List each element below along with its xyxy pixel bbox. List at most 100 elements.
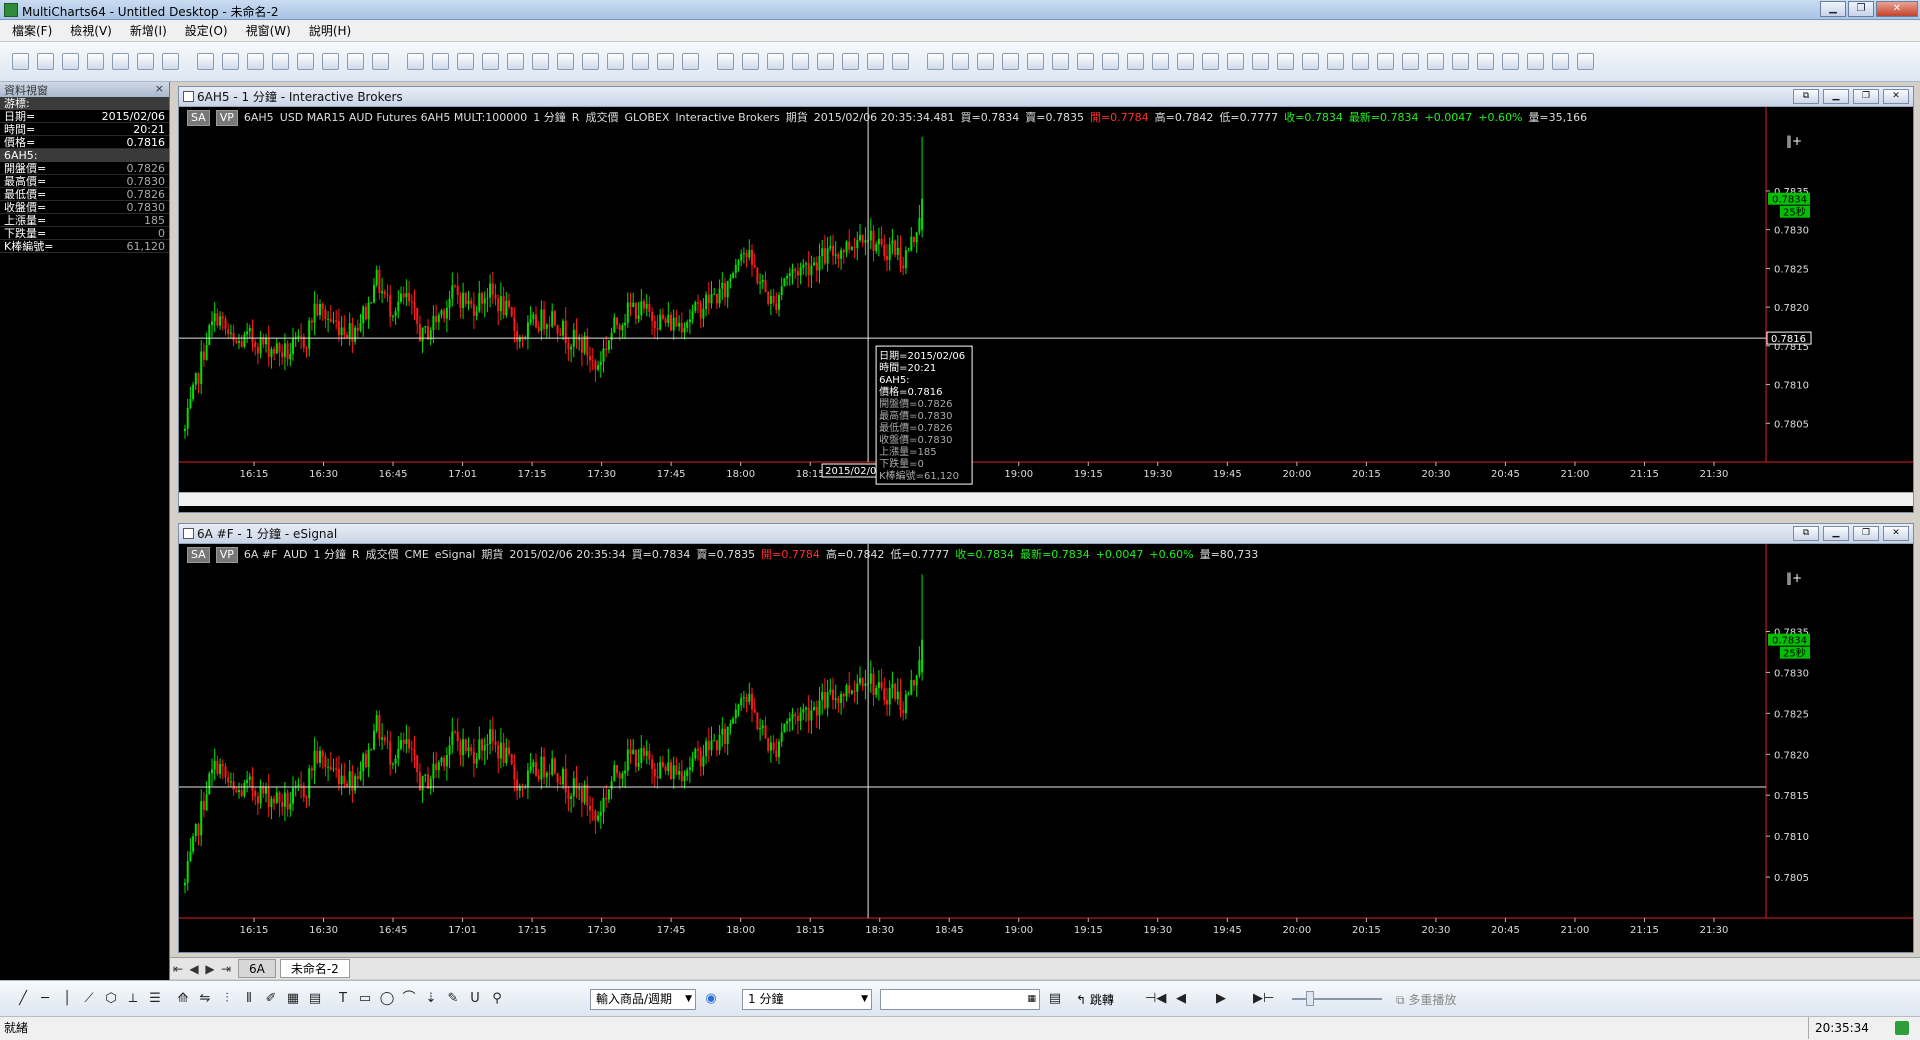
price-chart-6a-f[interactable]: 0.78350.78300.78250.78200.78150.78100.78…	[179, 544, 1913, 952]
volume-profile-button[interactable]: VP	[215, 110, 238, 126]
play-last-icon[interactable]: ▶⊢	[1252, 990, 1274, 1008]
playback-speed-slider-thumb[interactable]	[1306, 991, 1314, 1006]
toolbar-icon[interactable]	[1102, 53, 1119, 70]
drawing-tool-icon[interactable]: ⌒	[400, 990, 418, 1008]
toolbar-icon[interactable]	[112, 53, 129, 70]
toolbar-icon[interactable]	[817, 53, 834, 70]
toolbar-icon[interactable]	[952, 53, 969, 70]
drawing-tool-icon[interactable]: │	[58, 990, 76, 1008]
toolbar-icon[interactable]	[1027, 53, 1044, 70]
globe-icon[interactable]: ◉	[702, 990, 720, 1008]
interval-select[interactable]: 1 分鐘 ▼	[742, 989, 872, 1010]
drawing-tool-icon[interactable]: ⚲	[488, 990, 506, 1008]
chart-window-6a-f[interactable]: 6A #F - 1 分鐘 - eSignal ⧉ ▁ ❐ ✕ 0.7835 0.7…	[178, 523, 1914, 953]
menu-settings[interactable]: 設定(O)	[185, 22, 228, 39]
drawing-tool-icon[interactable]: ⇣	[422, 990, 440, 1008]
toolbar-icon[interactable]	[12, 53, 29, 70]
menu-new[interactable]: 新增(I)	[130, 22, 167, 39]
chart-window-close-button[interactable]: ✕	[1883, 526, 1909, 541]
toolbar-icon[interactable]	[1077, 53, 1094, 70]
chart-window-maximize-button[interactable]: ❐	[1853, 526, 1879, 541]
chart-window-restore-icon[interactable]: ⧉	[1793, 89, 1819, 104]
drawing-tool-icon[interactable]: ╱	[14, 990, 32, 1008]
toolbar-icon[interactable]	[272, 53, 289, 70]
toolbar-icon[interactable]	[1452, 53, 1469, 70]
data-window-close-icon[interactable]: ×	[155, 82, 164, 95]
jump-date-input[interactable]: ▦	[880, 989, 1040, 1010]
toolbar-icon[interactable]	[582, 53, 599, 70]
play-first-icon[interactable]: ⊣◀	[1144, 990, 1166, 1008]
toolbar-icon[interactable]	[347, 53, 364, 70]
toolbar-icon[interactable]	[1252, 53, 1269, 70]
menu-window[interactable]: 視窗(W)	[246, 22, 291, 39]
drawing-tool-icon[interactable]: ☰	[146, 990, 164, 1008]
drawing-tool-icon[interactable]: ⟰	[174, 990, 192, 1008]
toolbar-icon[interactable]	[507, 53, 524, 70]
toolbar-icon[interactable]	[1402, 53, 1419, 70]
toolbar-icon[interactable]	[1227, 53, 1244, 70]
play-forward-icon[interactable]: ▶	[1212, 990, 1230, 1008]
toolbar-icon[interactable]	[632, 53, 649, 70]
price-chart-6ah5[interactable]: 0.78350.78300.78250.78200.78150.78100.78…	[179, 107, 1913, 496]
toolbar-icon[interactable]	[1052, 53, 1069, 70]
toolbar-icon[interactable]	[1377, 53, 1394, 70]
toolbar-icon[interactable]	[372, 53, 389, 70]
chart-window-maximize-button[interactable]: ❐	[1853, 89, 1879, 104]
toolbar-icon[interactable]	[1152, 53, 1169, 70]
drawing-tool-icon[interactable]: ▦	[284, 990, 302, 1008]
toolbar-icon[interactable]	[457, 53, 474, 70]
toolbar-icon[interactable]	[1002, 53, 1019, 70]
toolbar-icon[interactable]	[322, 53, 339, 70]
jump-button[interactable]: ↰ 跳轉	[1076, 991, 1114, 1008]
volume-profile-button[interactable]: VP	[215, 547, 238, 563]
toolbar-icon[interactable]	[162, 53, 179, 70]
calculator-icon[interactable]: ▤	[1046, 990, 1064, 1008]
toolbar-icon[interactable]	[407, 53, 424, 70]
chart-window-6ah5[interactable]: 6AH5 - 1 分鐘 - Interactive Brokers ⧉ ▁ ❐ …	[178, 86, 1914, 513]
menu-help[interactable]: 說明(H)	[309, 22, 351, 39]
toolbar-icon[interactable]	[222, 53, 239, 70]
toolbar-icon[interactable]	[1302, 53, 1319, 70]
drawing-tool-icon[interactable]: ⫴	[240, 990, 258, 1008]
drawing-tool-icon[interactable]: ✎	[444, 990, 462, 1008]
toolbar-icon[interactable]	[197, 53, 214, 70]
multi-playback-button[interactable]: ⧉ 多重播放	[1396, 991, 1456, 1008]
toolbar-icon[interactable]	[742, 53, 759, 70]
drawing-tool-icon[interactable]: ⬡	[102, 990, 120, 1008]
chart-window-minimize-button[interactable]: ▁	[1823, 89, 1849, 104]
toolbar-icon[interactable]	[1502, 53, 1519, 70]
chart-window-close-button[interactable]: ✕	[1883, 89, 1909, 104]
chart-window-restore-icon[interactable]: ⧉	[1793, 526, 1819, 541]
toolbar-icon[interactable]	[1527, 53, 1544, 70]
maximize-button[interactable]: ❐	[1848, 1, 1874, 17]
toolbar-icon[interactable]	[432, 53, 449, 70]
toolbar-icon[interactable]	[137, 53, 154, 70]
toolbar-icon[interactable]	[297, 53, 314, 70]
toolbar-icon[interactable]	[892, 53, 909, 70]
toolbar-icon[interactable]	[717, 53, 734, 70]
drawing-tool-icon[interactable]: ─	[36, 990, 54, 1008]
toolbar-icon[interactable]	[1577, 53, 1594, 70]
toolbar-icon[interactable]	[682, 53, 699, 70]
toolbar-icon[interactable]	[977, 53, 994, 70]
toolbar-icon[interactable]	[37, 53, 54, 70]
toolbar-icon[interactable]	[657, 53, 674, 70]
drawing-tool-icon[interactable]: T	[334, 990, 352, 1008]
toolbar-icon[interactable]	[842, 53, 859, 70]
sa-toggle-button[interactable]: SA	[187, 110, 210, 126]
sa-toggle-button[interactable]: SA	[187, 547, 210, 563]
toolbar-icon[interactable]	[532, 53, 549, 70]
toolbar-icon[interactable]	[607, 53, 624, 70]
toolbar-icon[interactable]	[867, 53, 884, 70]
chart-settings-marker-icon[interactable]: ‖+	[1786, 134, 1802, 148]
tab-last-icon[interactable]: ⇥	[218, 962, 234, 976]
chart-horizontal-scrollbar[interactable]	[179, 492, 1913, 506]
toolbar-icon[interactable]	[1427, 53, 1444, 70]
toolbar-icon[interactable]	[1177, 53, 1194, 70]
tab-first-icon[interactable]: ⇤	[170, 962, 186, 976]
toolbar-icon[interactable]	[1352, 53, 1369, 70]
drawing-tool-icon[interactable]: ◯	[378, 990, 396, 1008]
toolbar-icon[interactable]	[87, 53, 104, 70]
toolbar-icon[interactable]	[1277, 53, 1294, 70]
drawing-tool-icon[interactable]: ⟋	[80, 990, 98, 1008]
